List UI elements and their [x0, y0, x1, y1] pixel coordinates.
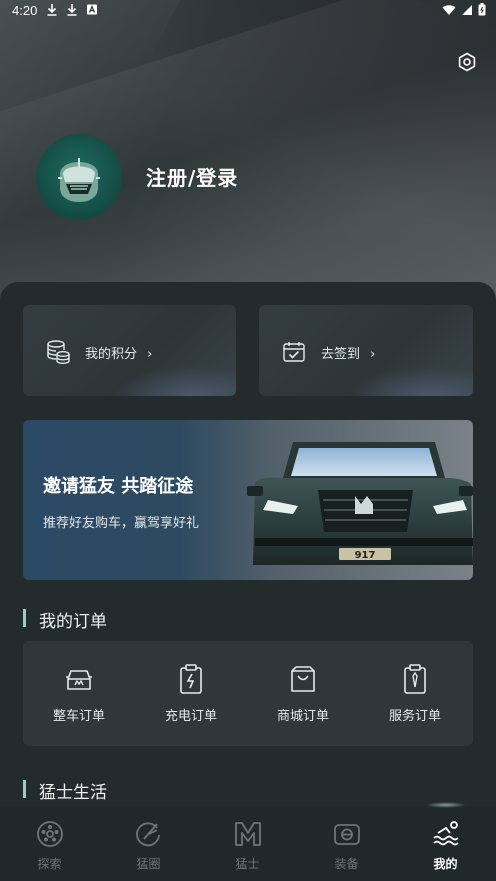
m-logo-icon — [235, 822, 261, 846]
bottom-tab-bar: 探索 猛圈 猛士 装备 我的 — [0, 802, 496, 881]
service-order-button[interactable]: 服务订单 — [359, 641, 471, 746]
suv-image: 917 — [247, 442, 473, 565]
invite-banner[interactable]: 邀请猛友 共踏征途 推荐好友购车，赢驾享好礼 917 — [23, 420, 473, 580]
charging-order-label: 充电订单 — [164, 709, 217, 724]
tab-mine[interactable]: 我的 — [396, 802, 495, 881]
mall-order-button[interactable]: 商城订单 — [247, 641, 359, 746]
orders-section-title: 我的订单 — [23, 607, 107, 632]
car-order-icon — [66, 670, 92, 690]
charging-order-icon — [180, 664, 202, 694]
avatar[interactable] — [36, 134, 122, 220]
tab-mine-label: 我的 — [433, 857, 458, 871]
banner-subtitle: 推荐好友购车，赢驾享好礼 — [43, 516, 200, 531]
tab-explore[interactable]: 探索 — [0, 806, 99, 881]
battery-icon — [478, 3, 486, 16]
tab-equipment-label: 装备 — [334, 857, 359, 871]
calendar-check-icon — [283, 342, 305, 362]
points-card[interactable]: 我的积分 › — [23, 305, 236, 396]
checkin-label: 去签到 › — [321, 347, 376, 362]
download-icon — [47, 4, 57, 16]
profile-wave-icon — [433, 821, 459, 846]
download-icon — [67, 4, 77, 16]
tab-circle-label: 猛圈 — [136, 857, 161, 871]
charging-order-button[interactable]: 充电订单 — [135, 641, 247, 746]
helmet-avatar-icon — [58, 158, 100, 202]
orders-panel: 整车订单 充电订单 商城订单 服务订单 — [23, 641, 473, 746]
settings-hexagon-icon[interactable] — [455, 50, 479, 74]
tab-circle[interactable]: 猛圈 — [99, 806, 198, 881]
status-time: 4:20 — [12, 3, 38, 18]
life-section-title: 猛士生活 — [23, 778, 107, 803]
mall-order-label: 商城订单 — [276, 709, 329, 724]
service-order-label: 服务订单 — [388, 709, 441, 724]
tab-explore-label: 探索 — [37, 857, 62, 871]
equipment-icon — [334, 824, 360, 845]
checkin-card[interactable]: 去签到 › — [259, 305, 473, 396]
wifi-icon — [442, 4, 456, 15]
vehicle-order-label: 整车订单 — [52, 709, 105, 724]
tab-mengshi-label: 猛士 — [235, 857, 260, 871]
service-order-icon — [404, 664, 426, 694]
login-register-link[interactable]: 注册/登录 — [146, 162, 238, 191]
a-badge-icon — [87, 4, 97, 15]
signal-icon — [462, 4, 472, 15]
status-bar: 4:20 — [0, 0, 496, 22]
tab-mengshi[interactable]: 猛士 — [198, 806, 297, 881]
shopping-bag-icon — [291, 666, 315, 692]
chevron-right-icon: › — [147, 347, 153, 362]
coins-icon — [47, 340, 70, 365]
chevron-right-icon: › — [370, 347, 376, 362]
points-label: 我的积分 › — [85, 347, 153, 362]
explore-wheel-icon — [37, 821, 63, 847]
circle-feather-icon — [136, 822, 160, 847]
vehicle-order-button[interactable]: 整车订单 — [23, 641, 135, 746]
license-plate: 917 — [355, 550, 376, 561]
tab-equipment[interactable]: 装备 — [297, 806, 396, 881]
banner-title: 邀请猛友 共踏征途 — [43, 476, 194, 497]
